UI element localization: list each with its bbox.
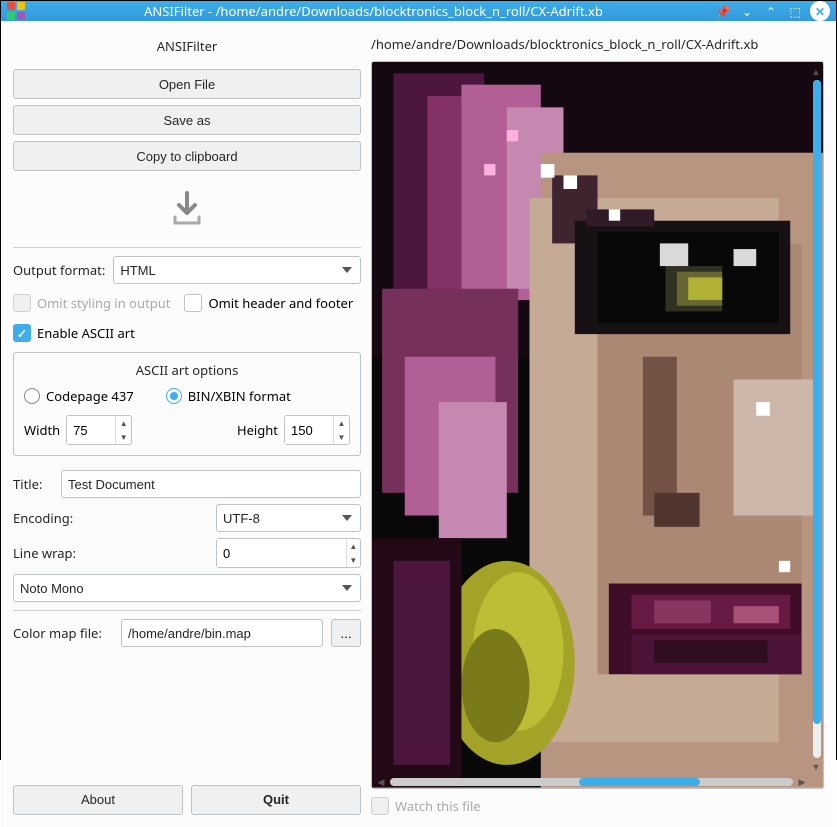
window-title: ANSIFilter - /home/andre/Downloads/block… — [33, 2, 714, 20]
output-format-select[interactable]: HTML — [113, 256, 361, 284]
font-select[interactable]: Noto Mono — [13, 574, 361, 602]
titlebar: ANSIFilter - /home/andre/Downloads/block… — [1, 1, 836, 21]
pin-icon[interactable]: 📌 — [714, 2, 732, 20]
preview-area: ▲ ▼ ◀ ▶ — [371, 61, 824, 789]
watch-file-label: Watch this file — [395, 797, 481, 815]
browse-button[interactable]: ... — [331, 619, 361, 647]
ascii-options-group: ASCII art options Codepage 437 BIN/XBIN … — [13, 352, 361, 456]
scroll-left-icon[interactable]: ◀ — [374, 776, 388, 788]
bin-xbin-label: BIN/XBIN format — [188, 387, 291, 405]
colormap-label: Color map file: — [13, 624, 113, 642]
linewrap-down-icon[interactable]: ▼ — [347, 553, 360, 567]
quit-button[interactable]: Quit — [191, 785, 361, 815]
ascii-options-title: ASCII art options — [24, 361, 350, 379]
scroll-up-icon[interactable]: ▲ — [811, 64, 821, 78]
vertical-scrollbar-thumb[interactable] — [813, 80, 821, 724]
height-spinbox[interactable]: ▲▼ — [284, 415, 350, 445]
height-up-icon[interactable]: ▲ — [334, 416, 349, 430]
width-down-icon[interactable]: ▼ — [116, 430, 131, 444]
watch-file-checkbox — [371, 797, 389, 815]
width-up-icon[interactable]: ▲ — [116, 416, 131, 430]
download-icon — [13, 177, 361, 239]
title-input[interactable] — [61, 470, 361, 498]
copy-clipboard-button[interactable]: Copy to clipboard — [13, 141, 361, 171]
encoding-label: Encoding: — [13, 509, 105, 527]
encoding-select[interactable]: UTF-8 — [216, 504, 361, 532]
height-down-icon[interactable]: ▼ — [334, 430, 349, 444]
close-icon[interactable]: ✕ — [810, 1, 830, 21]
linewrap-label: Line wrap: — [13, 544, 105, 562]
right-panel: /home/andre/Downloads/blocktronics_block… — [371, 33, 824, 815]
output-format-label: Output format: — [13, 261, 105, 279]
scroll-right-icon[interactable]: ▶ — [795, 776, 809, 788]
width-label: Width — [24, 421, 60, 439]
shade-up-icon[interactable]: ⌃ — [762, 2, 780, 20]
colormap-input[interactable] — [121, 619, 323, 647]
titlebar-controls: 📌 ⌄ ⌃ ⬚ ✕ — [714, 1, 830, 21]
left-panel: ANSIFilter Open File Save as Copy to cli… — [13, 33, 361, 815]
height-input[interactable] — [285, 416, 333, 444]
title-label: Title: — [13, 475, 53, 493]
save-as-button[interactable]: Save as — [13, 105, 361, 135]
app-title: ANSIFilter — [13, 33, 361, 63]
separator-2 — [13, 610, 361, 611]
enable-ascii-checkbox[interactable] — [13, 324, 31, 342]
codepage-437-radio[interactable] — [24, 388, 40, 404]
about-button[interactable]: About — [13, 785, 183, 815]
separator — [13, 247, 361, 248]
width-input[interactable] — [67, 416, 115, 444]
omit-styling-label: Omit styling in output — [37, 294, 170, 312]
linewrap-spinbox[interactable]: ▲▼ — [216, 538, 361, 568]
horizontal-scrollbar-thumb[interactable] — [579, 778, 700, 786]
codepage-437-label: Codepage 437 — [46, 387, 134, 405]
horizontal-scrollbar[interactable] — [390, 778, 793, 786]
height-label: Height — [237, 421, 278, 439]
bin-xbin-radio[interactable] — [166, 388, 182, 404]
omit-styling-checkbox — [13, 294, 31, 312]
omit-header-checkbox[interactable] — [184, 294, 202, 312]
maximize-icon[interactable]: ⬚ — [786, 2, 804, 20]
vertical-scrollbar[interactable] — [813, 80, 821, 758]
width-spinbox[interactable]: ▲▼ — [66, 415, 132, 445]
scroll-down-icon[interactable]: ▼ — [811, 760, 821, 774]
linewrap-up-icon[interactable]: ▲ — [347, 539, 360, 553]
shade-down-icon[interactable]: ⌄ — [738, 2, 756, 20]
open-file-button[interactable]: Open File — [13, 69, 361, 99]
omit-header-label: Omit header and footer — [208, 294, 353, 312]
filepath-label: /home/andre/Downloads/blocktronics_block… — [371, 33, 824, 55]
enable-ascii-label: Enable ASCII art — [37, 324, 135, 342]
linewrap-input[interactable] — [217, 539, 346, 567]
ansi-preview-image — [372, 62, 823, 788]
app-icon — [7, 2, 25, 20]
